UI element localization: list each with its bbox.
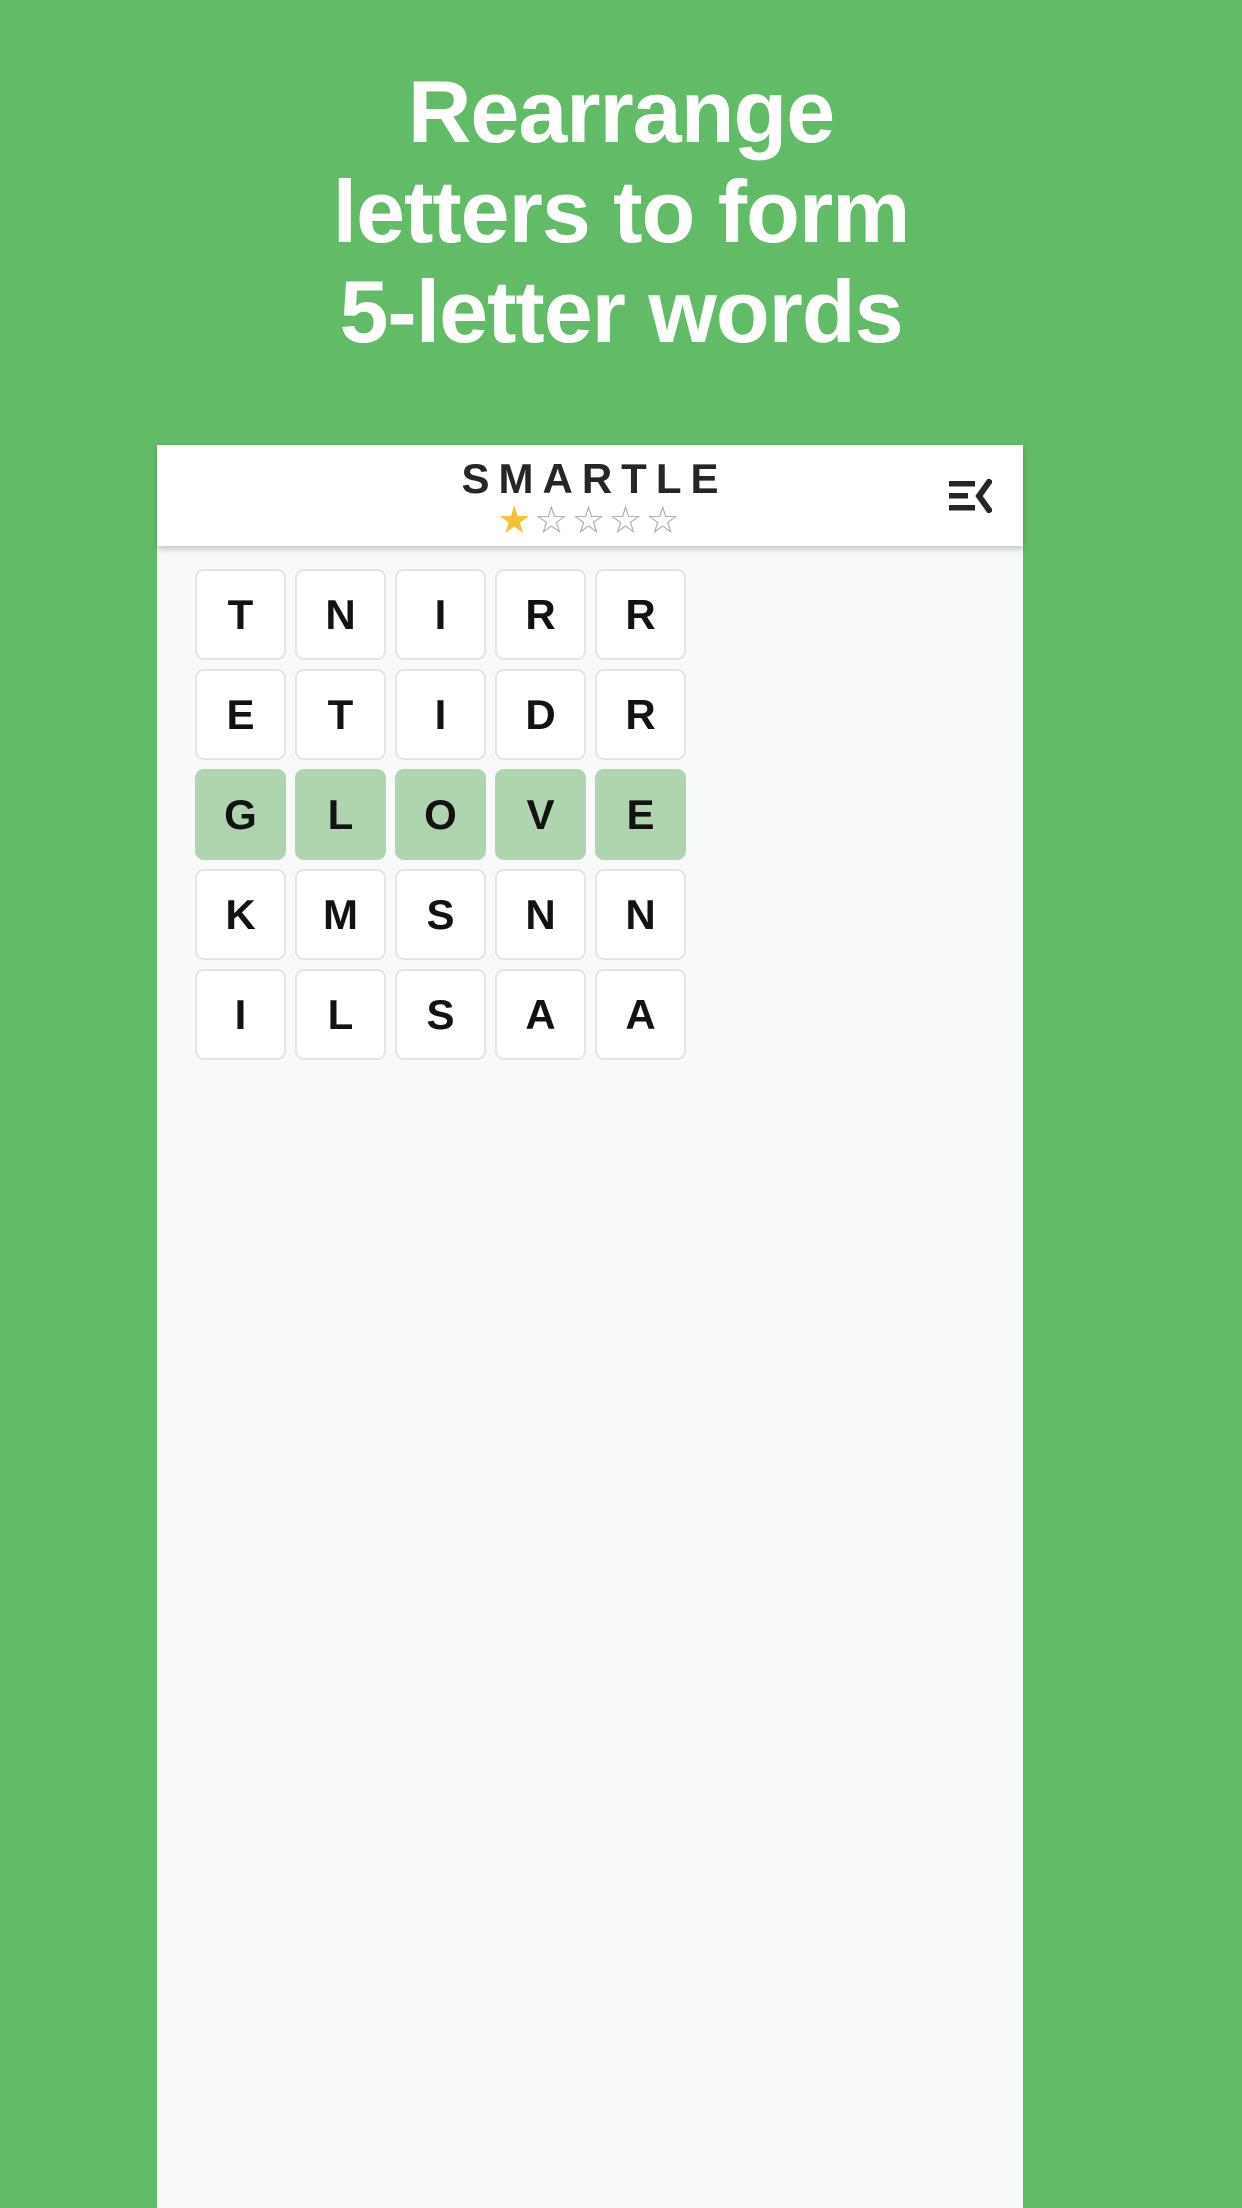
letter-tile[interactable]: L xyxy=(295,769,386,860)
star-rating[interactable]: ★☆☆☆☆ xyxy=(157,502,1023,540)
letter-tile[interactable]: E xyxy=(195,669,286,760)
letter-tile[interactable]: M xyxy=(295,869,386,960)
letter-tile[interactable]: K xyxy=(195,869,286,960)
star-empty-icon-2[interactable]: ☆ xyxy=(534,502,571,540)
letter-tile[interactable]: A xyxy=(595,969,686,1060)
letter-tile[interactable]: T xyxy=(295,669,386,760)
brand-block: SMARTLE ★☆☆☆☆ xyxy=(157,455,1023,541)
letter-tile[interactable]: I xyxy=(395,669,486,760)
promo-headline-line-3: 5-letter words xyxy=(339,262,903,361)
star-filled-icon-1[interactable]: ★ xyxy=(497,502,534,540)
letter-tile[interactable]: N xyxy=(495,869,586,960)
letter-tile[interactable]: O xyxy=(395,769,486,860)
app-body: TNIRRETIDRGLOVEKMSNNILSAA xyxy=(157,546,1023,2208)
menu-fold-button[interactable] xyxy=(937,463,1003,529)
star-empty-icon-3[interactable]: ☆ xyxy=(571,502,608,540)
star-empty-icon-5[interactable]: ☆ xyxy=(646,502,683,540)
letter-tile[interactable]: R xyxy=(495,569,586,660)
letter-tile[interactable]: S xyxy=(395,869,486,960)
letter-tile[interactable]: E xyxy=(595,769,686,860)
letter-tile[interactable]: R xyxy=(595,569,686,660)
letter-tile[interactable]: N xyxy=(295,569,386,660)
letter-tile[interactable]: I xyxy=(395,569,486,660)
letter-grid: TNIRRETIDRGLOVEKMSNNILSAA xyxy=(195,569,691,1060)
letter-tile[interactable]: S xyxy=(395,969,486,1060)
star-empty-icon-4[interactable]: ☆ xyxy=(609,502,646,540)
letter-tile[interactable]: G xyxy=(195,769,286,860)
letter-tile[interactable]: T xyxy=(195,569,286,660)
app-title: SMARTLE xyxy=(461,455,728,502)
letter-tile[interactable]: N xyxy=(595,869,686,960)
menu-fold-icon xyxy=(949,478,992,513)
promo-headline-line-2: letters to form xyxy=(332,162,911,261)
letter-tile[interactable]: D xyxy=(495,669,586,760)
app-header: SMARTLE ★☆☆☆☆ xyxy=(157,445,1023,546)
letter-tile[interactable]: V xyxy=(495,769,586,860)
letter-tile[interactable]: A xyxy=(495,969,586,1060)
letter-tile[interactable]: I xyxy=(195,969,286,1060)
promo-headline-line-1: Rearrange xyxy=(407,62,835,161)
letter-tile[interactable]: R xyxy=(595,669,686,760)
app-preview-card: SMARTLE ★☆☆☆☆ TNIRRETIDRGLOVEKMSNNILSAA xyxy=(157,445,1023,2208)
letter-tile[interactable]: L xyxy=(295,969,386,1060)
promo-headline: Rearrange letters to form 5-letter words xyxy=(0,0,1242,362)
